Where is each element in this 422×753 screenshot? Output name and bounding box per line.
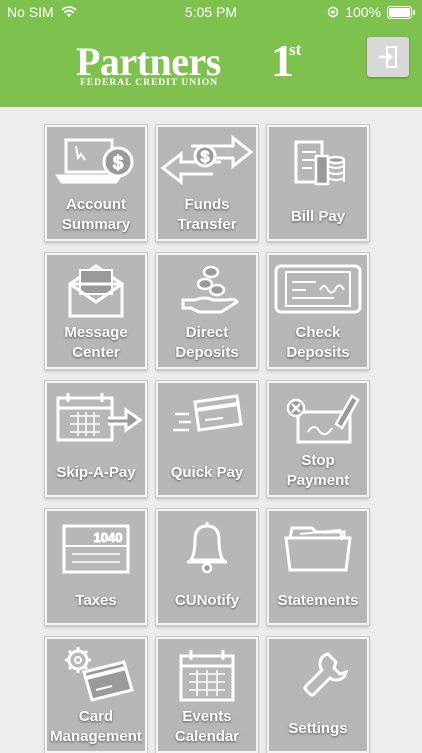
svg-text:$: $ xyxy=(201,149,210,166)
tax-form-icon: 1040 xyxy=(62,524,130,574)
menu-stop-payment[interactable]: Stop Payment xyxy=(267,381,369,497)
orientation-lock-icon xyxy=(327,6,339,18)
menu-card-management[interactable]: Card Management xyxy=(45,637,147,753)
menu-label: Taxes xyxy=(75,592,117,609)
menu-settings[interactable]: Settings xyxy=(267,637,369,753)
menu-grid: $ Account Summary $ Funds Transfer Bill Pa… xyxy=(45,125,371,753)
menu-funds-transfer[interactable]: $ Funds Transfer xyxy=(156,125,258,241)
menu-cunotify[interactable]: CUNotify xyxy=(156,509,258,625)
menu-label: CUNotify xyxy=(174,592,240,609)
logout-button[interactable] xyxy=(367,37,409,77)
menu-label: Message Center xyxy=(64,324,128,361)
menu-label: Card Management xyxy=(50,708,142,745)
menu-label: Funds Transfer xyxy=(177,196,237,233)
brand-first-suffix: st xyxy=(289,40,302,59)
menu-statements[interactable]: Statements xyxy=(267,509,369,625)
menu-label: Check Deposits xyxy=(286,324,350,361)
folder-icon xyxy=(284,526,352,572)
laptop-dollar-icon: $ xyxy=(55,138,134,184)
svg-text:1040: 1040 xyxy=(94,530,123,545)
menu-label: Events Calendar xyxy=(174,708,240,745)
menu-label: Skip-A-Pay xyxy=(56,464,136,481)
status-right: 100% xyxy=(327,4,415,20)
wrench-icon xyxy=(303,652,349,697)
menu-bill-pay[interactable]: Bill Pay xyxy=(267,125,369,241)
menu-taxes[interactable]: 1040 Taxes xyxy=(45,509,147,625)
menu-label: Settings xyxy=(288,720,348,737)
svg-text:$: $ xyxy=(113,153,124,174)
hand-coins-icon xyxy=(181,265,239,314)
menu-quick-pay[interactable]: Quick Pay xyxy=(156,381,258,497)
menu-check-deposits[interactable]: Check Deposits xyxy=(267,253,369,369)
menu-label: Stop Payment xyxy=(286,452,350,489)
bell-icon xyxy=(187,522,227,574)
transfer-arrows-icon: $ xyxy=(160,134,254,186)
status-bar: No SIM 5:05 PM 100% xyxy=(0,0,422,26)
envelope-icon xyxy=(68,264,124,318)
brand-tagline: FEDERAL CREDIT UNION xyxy=(80,78,219,88)
calendar-icon xyxy=(179,650,235,702)
battery-percent: 100% xyxy=(345,4,381,20)
menu-label: Quick Pay xyxy=(170,464,244,481)
stop-check-icon xyxy=(286,394,360,444)
battery-icon xyxy=(387,5,415,19)
check-tablet-icon xyxy=(274,264,362,314)
menu-label: Account Summary xyxy=(61,196,131,233)
brand-logo: Partners FEDERAL CREDIT UNION 1 st xyxy=(76,35,306,92)
app-header: No SIM 5:05 PM 100% Partners FEDERAL CRE… xyxy=(0,0,422,107)
menu-label: Bill Pay xyxy=(290,208,346,225)
menu-message-center[interactable]: Message Center xyxy=(45,253,147,369)
menu-label: Statements xyxy=(277,592,359,609)
logout-icon xyxy=(379,46,397,68)
menu-events-calendar[interactable]: Events Calendar xyxy=(156,637,258,753)
menu-account-summary[interactable]: $ Account Summary xyxy=(45,125,147,241)
bills-coins-icon xyxy=(294,140,346,186)
menu-direct-deposits[interactable]: Direct Deposits xyxy=(156,253,258,369)
card-gear-icon xyxy=(65,647,134,702)
calendar-arrow-icon xyxy=(56,393,143,442)
menu-skip-a-pay[interactable]: Skip-A-Pay xyxy=(45,381,147,497)
menu-label: Direct Deposits xyxy=(175,324,239,361)
card-swipe-icon xyxy=(173,394,243,432)
